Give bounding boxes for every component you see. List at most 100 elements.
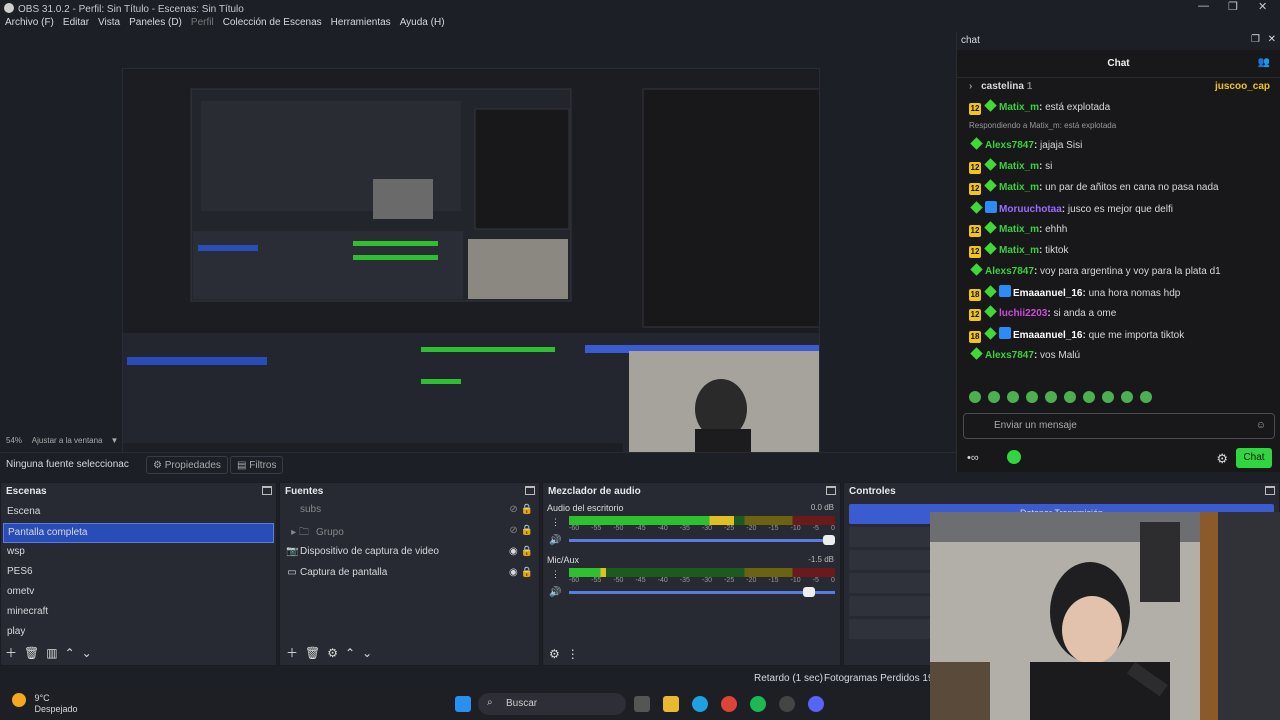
undock-icon[interactable] [1265,486,1275,495]
hidden-eye-icon[interactable]: ⊘ [509,525,517,536]
move-up-icon[interactable]: ⌃ [65,646,75,660]
move-down-icon[interactable]: ⌄ [82,646,92,660]
scene-item[interactable]: Escena [3,503,274,523]
chat-username[interactable]: Alexs7847 [985,140,1034,151]
spotify-icon[interactable] [750,696,766,712]
chat-message-input[interactable]: Enviar un mensaje ☺ [963,413,1275,439]
speaker-icon[interactable]: 🔊 [549,535,561,546]
more-menu-icon[interactable]: ⋮ [551,569,560,580]
pinned-right[interactable]: juscoo_cap [1215,81,1270,92]
lock-icon[interactable]: 🔒 [521,504,533,515]
maximize-icon[interactable]: ❐ [1228,0,1238,16]
emote-icon[interactable] [1140,391,1152,403]
volume-slider[interactable] [569,535,835,545]
menu-item[interactable]: Vista [93,16,124,28]
emote-icon[interactable] [1064,391,1076,403]
emote-icon[interactable] [1007,391,1019,403]
close-icon[interactable]: ✕ [1258,0,1267,16]
add-icon[interactable]: ＋ [5,646,17,660]
trash-icon[interactable]: 🗑 [305,646,320,660]
emoji-icon[interactable]: ☺ [1256,420,1266,431]
emote-icon[interactable] [969,391,981,403]
close-icon[interactable]: ✕ [1268,34,1276,45]
chat-send-button[interactable]: Chat [1236,448,1272,468]
scene-item[interactable]: Pantalla completa [3,523,274,543]
menu-item[interactable]: Colección de Escenas [218,16,326,28]
emote-icon[interactable] [1026,391,1038,403]
users-icon[interactable]: 👥 [1258,57,1270,68]
undock-icon[interactable] [826,486,836,495]
chat-username[interactable]: luchii2203 [999,308,1047,319]
slider-knob[interactable] [802,587,815,597]
chrome-icon[interactable] [721,696,737,712]
emote-icon[interactable] [988,391,1000,403]
source-item[interactable]: subs ⊘ 🔒 [280,501,539,522]
properties-button[interactable]: ⚙ Propiedades [146,456,228,474]
hidden-eye-icon[interactable]: ⊘ [509,504,517,515]
pinned-user[interactable]: castelina [981,81,1024,92]
move-up-icon[interactable]: ⌃ [345,646,355,660]
emote-icon[interactable] [1083,391,1095,403]
emote-icon[interactable] [1102,391,1114,403]
lock-icon[interactable]: 🔒 [521,546,533,557]
chat-username[interactable]: Moruuchotaa [999,204,1062,215]
volume-slider[interactable] [569,587,835,597]
menu-item[interactable]: Perfil [186,16,218,28]
windows-start-icon[interactable] [455,696,471,712]
menu-item[interactable]: Herramientas [326,16,395,28]
filter-icon[interactable]: ▥ [46,646,57,660]
source-item[interactable]: ▭ Captura de pantalla ◉ 🔒 [280,564,539,585]
chat-username[interactable]: Alexs7847 [985,350,1034,361]
speaker-icon[interactable]: 🔊 [549,587,561,598]
emote-icon[interactable] [1121,391,1133,403]
chat-username[interactable]: Alexs7847 [985,266,1034,277]
task-view-icon[interactable] [634,696,650,712]
chat-username[interactable]: Matix_m [999,182,1039,193]
lock-icon[interactable]: 🔒 [521,567,533,578]
hype-icon[interactable] [1007,450,1021,464]
eye-icon[interactable]: ◉ [509,567,518,578]
channel-points-icon[interactable]: •∞ [967,452,979,464]
scene-item[interactable]: ometv [3,583,274,603]
program-preview[interactable] [122,68,820,462]
edge-icon[interactable] [692,696,708,712]
undock-icon[interactable] [262,486,272,495]
more-menu-icon[interactable]: ⋮ [567,647,579,661]
weather-widget[interactable]: 9°C Despejado [12,693,78,715]
taskbar-search[interactable]: ⌕ Buscar [478,693,626,715]
menu-item[interactable]: Paneles (D) [124,16,186,28]
chat-username[interactable]: Matix_m [999,245,1039,256]
chat-username[interactable]: Emaaanuel_16 [1013,330,1083,341]
slider-knob[interactable] [823,535,835,545]
chevron-down-icon[interactable]: ▼ [111,436,119,445]
add-icon[interactable]: ＋ [286,646,298,660]
emote-icon[interactable] [1045,391,1057,403]
scene-item[interactable]: PES6 [3,563,274,583]
more-menu-icon[interactable]: ⋮ [551,517,560,528]
menu-item[interactable]: Editar [58,16,93,28]
trash-icon[interactable]: 🗑 [24,646,39,660]
chat-username[interactable]: Matix_m [999,102,1039,113]
discord-icon[interactable] [808,696,824,712]
obs-icon[interactable] [779,696,795,712]
chat-username[interactable]: Emaaanuel_16 [1013,288,1083,299]
undock-icon[interactable] [525,486,535,495]
file-explorer-icon[interactable] [663,696,679,712]
chat-username[interactable]: Matix_m [999,161,1039,172]
menu-item[interactable]: Archivo (F) [0,16,58,28]
menu-item[interactable]: Ayuda (H) [395,16,449,28]
move-down-icon[interactable]: ⌄ [362,646,372,660]
chat-username[interactable]: Matix_m [999,224,1039,235]
minimize-icon[interactable]: — [1198,0,1209,16]
eye-icon[interactable]: ◉ [509,546,518,557]
undock-icon[interactable]: ❐ [1251,34,1260,45]
zoom-mode-dropdown[interactable]: Ajustar a la ventana [32,436,103,445]
lock-icon[interactable]: 🔒 [521,525,533,536]
source-item[interactable]: ▸ 🗀 Grupo ⊘ 🔒 [280,522,539,543]
gear-icon[interactable]: ⚙ [327,646,338,660]
scene-item[interactable]: play [3,623,274,643]
gear-icon[interactable]: ⚙ [549,647,560,661]
scene-item[interactable]: wsp [3,543,274,563]
source-item[interactable]: 📷 Dispositivo de captura de video ◉ 🔒 [280,543,539,564]
filters-button[interactable]: ▤ Filtros [230,456,284,474]
